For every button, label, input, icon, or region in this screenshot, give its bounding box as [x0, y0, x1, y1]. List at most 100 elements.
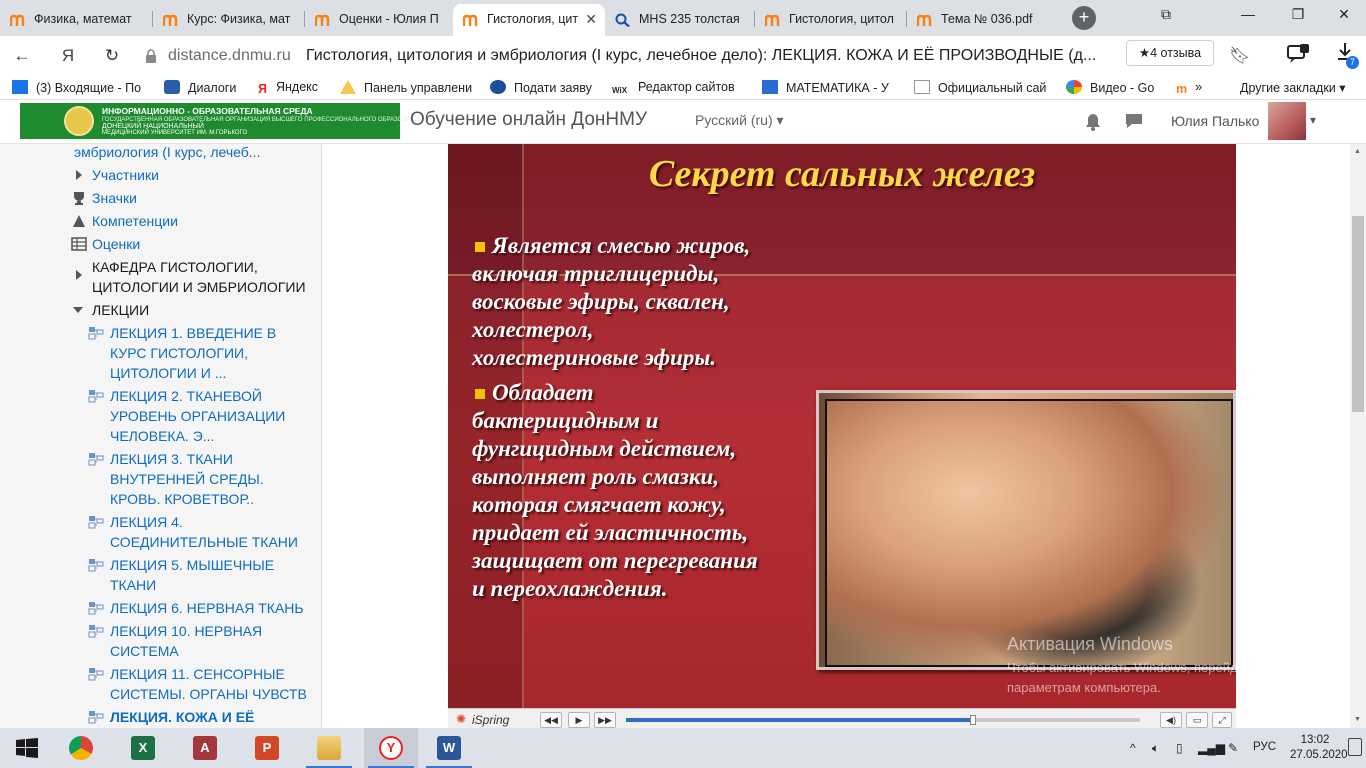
- tab-4-active[interactable]: Гистология, цит ✕: [453, 4, 605, 36]
- downloads-icon[interactable]: 7: [1336, 42, 1359, 69]
- taskbar-explorer[interactable]: [302, 728, 356, 768]
- sidebar-item-lecture-4[interactable]: ЛЕКЦИЯ 4. СОЕДИНИТЕЛЬНЫЕ ТКАНИ: [110, 512, 298, 552]
- bookmark-label: Подати заяву: [514, 81, 592, 95]
- sidebar-item-participants[interactable]: Участники: [92, 165, 159, 185]
- sidebar-item-lecture-6[interactable]: ЛЕКЦИЯ 6. НЕРВНАЯ ТКАНЬ: [110, 598, 304, 618]
- bookmark-item[interactable]: Официальный сай: [914, 80, 1050, 95]
- sidebar-item-lecture-11[interactable]: ЛЕКЦИЯ 11. СЕНСОРНЫЕ СИСТЕМЫ. ОРГАНЫ ЧУВ…: [110, 664, 307, 704]
- volume-icon[interactable]: ◀): [1160, 712, 1182, 728]
- playback-progress-bar[interactable]: [626, 715, 1140, 725]
- sidebar-item-lecture-5[interactable]: ЛЕКЦИЯ 5. МЫШЕЧНЫЕ ТКАНИ: [110, 555, 274, 595]
- notifications-bell-icon[interactable]: [1084, 112, 1102, 135]
- reviews-button[interactable]: ★4 отзыва: [1126, 40, 1214, 66]
- moodle-icon: [765, 14, 780, 26]
- sidebar-item-badges[interactable]: Значки: [92, 188, 137, 208]
- site-logo[interactable]: ИНФОРМАЦИОННО - ОБРАЗОВАТЕЛЬНАЯ СРЕДА ГО…: [20, 103, 423, 139]
- chat-icon[interactable]: [1286, 44, 1310, 66]
- sidebar-item-lecture-10[interactable]: ЛЕКЦИЯ 10. НЕРВНАЯ СИСТЕМА: [110, 621, 262, 661]
- sidebar-item-competencies[interactable]: Компетенции: [92, 211, 178, 231]
- speaker-icon[interactable]: 🔈︎: [1152, 741, 1159, 756]
- play-button[interactable]: ▶: [568, 712, 590, 728]
- expand-arrow-icon[interactable]: [76, 270, 82, 280]
- tab-5[interactable]: MHS 235 толстая: [605, 4, 753, 36]
- minimize-button[interactable]: —: [1236, 6, 1260, 22]
- close-window-button[interactable]: ✕: [1332, 6, 1356, 23]
- clock-time: 13:02: [1300, 734, 1330, 746]
- start-button[interactable]: [0, 728, 54, 768]
- bookmark-item[interactable]: Я Яндекс: [258, 80, 328, 96]
- reload-icon[interactable]: ↻: [100, 46, 124, 66]
- collapse-arrow-icon[interactable]: [73, 307, 83, 313]
- user-name[interactable]: Юлия Палько: [1171, 113, 1259, 129]
- back-icon[interactable]: ←: [10, 46, 34, 66]
- expand-arrow-icon[interactable]: [76, 170, 82, 180]
- taskbar-access[interactable]: A: [178, 728, 232, 768]
- bookmark-item[interactable]: МАТЕМАТИКА - У: [762, 80, 896, 95]
- language-selector[interactable]: Русский (ru) ▾: [695, 112, 784, 129]
- avatar[interactable]: [1268, 102, 1306, 140]
- bookmark-item[interactable]: Видео - Go: [1066, 80, 1162, 95]
- bookmark-item[interactable]: Панель управлени: [340, 80, 472, 95]
- taskbar-excel[interactable]: X: [116, 728, 170, 768]
- sidebar-item-lecture-2[interactable]: ЛЕКЦИЯ 2. ТКАНЕВОЙ УРОВЕНЬ ОРГАНИЗАЦИИ Ч…: [110, 386, 285, 446]
- sidebar-item-grades[interactable]: Оценки: [92, 234, 140, 254]
- next-slide-button[interactable]: ▶▶: [594, 712, 616, 728]
- tab-6[interactable]: Гистология, цитол: [755, 4, 905, 36]
- messages-icon[interactable]: [1124, 112, 1144, 133]
- sidebar-item-lectures[interactable]: ЛЕКЦИИ: [92, 300, 149, 320]
- tab-3[interactable]: Оценки - Юлия П: [305, 4, 453, 36]
- lock-icon[interactable]: [144, 48, 158, 63]
- math-icon: [762, 80, 778, 94]
- previous-slide-button[interactable]: ◀◀: [540, 712, 562, 728]
- bookmark-item[interactable]: Диалоги: [164, 80, 244, 95]
- fullscreen-icon[interactable]: ⤢: [1212, 712, 1232, 728]
- site-name[interactable]: Обучение онлайн ДонНМУ: [410, 109, 647, 131]
- scroll-up-icon[interactable]: ▲: [1354, 148, 1361, 155]
- bookmark-item[interactable]: (3) Входящие - По: [12, 80, 150, 95]
- bookmark-item[interactable]: Подати заяву: [490, 80, 600, 95]
- lecture-line: СОЕДИНИТЕЛЬНЫЕ ТКАНИ: [110, 534, 298, 550]
- new-tab-button[interactable]: +: [1072, 6, 1096, 30]
- bookmark-icon[interactable]: 🔖︎: [1228, 46, 1252, 66]
- bookmark-label: (3) Входящие - По: [36, 81, 142, 95]
- maximize-button[interactable]: ❐: [1286, 6, 1310, 23]
- url-page-title[interactable]: Гистология, цитология и эмбриология (I к…: [306, 47, 1096, 65]
- tab-1[interactable]: Физика, математ: [0, 4, 150, 36]
- battery-icon[interactable]: ▯: [1176, 741, 1183, 755]
- scroll-down-icon[interactable]: ▼: [1354, 716, 1361, 723]
- sidebar-item-lecture-1[interactable]: ЛЕКЦИЯ 1. ВВЕДЕНИЕ В КУРС ГИСТОЛОГИИ, ЦИ…: [110, 323, 276, 383]
- close-icon[interactable]: ✕: [585, 4, 597, 34]
- logo-line-1: ИНФОРМАЦИОННО - ОБРАЗОВАТЕЛЬНАЯ СРЕДА: [102, 106, 313, 116]
- playback-progress-knob[interactable]: [969, 715, 976, 725]
- taskbar-chrome[interactable]: [54, 728, 108, 768]
- other-bookmarks-button[interactable]: Другие закладки ▾: [1240, 80, 1360, 95]
- user-menu-chevron-icon[interactable]: ▾: [1310, 113, 1316, 127]
- tab-2[interactable]: Курс: Физика, мат: [153, 4, 303, 36]
- page-scrollbar[interactable]: ▲ ▼: [1350, 144, 1366, 728]
- bookmark-item[interactable]: WiX Редактор сайтов: [612, 80, 746, 100]
- sidebar-item-department[interactable]: КАФЕДРА ГИСТОЛОГИИ, ЦИТОЛОГИИ И ЭМБРИОЛО…: [92, 257, 306, 297]
- tray-expand-icon[interactable]: ^: [1130, 741, 1136, 755]
- taskbar-yandex-browser[interactable]: Y: [364, 728, 418, 768]
- taskbar-word[interactable]: W: [422, 728, 476, 768]
- more-bookmarks-icon[interactable]: m»: [1176, 80, 1206, 96]
- presentation-icon: [88, 453, 104, 466]
- url-domain[interactable]: distance.dnmu.ru: [168, 47, 291, 65]
- presentation-icon: [88, 668, 104, 681]
- taskbar-clock[interactable]: 13:02 27.05.2020: [1290, 733, 1348, 763]
- tab-overview-icon[interactable]: ⧉: [1154, 6, 1178, 23]
- yandex-y-icon[interactable]: Я: [56, 46, 80, 66]
- input-language[interactable]: РУС: [1253, 741, 1276, 753]
- scrollbar-thumb[interactable]: [1352, 216, 1364, 412]
- notification-center-icon[interactable]: [1348, 738, 1362, 756]
- bookmark-label: Другие закладки: [1240, 81, 1336, 95]
- tab-7[interactable]: Тема № 036.pdf: [907, 4, 1062, 36]
- course-link[interactable]: эмбриология (I курс, лечеб...: [74, 144, 260, 162]
- network-icon[interactable]: ▂▄▆: [1198, 741, 1225, 755]
- pen-icon[interactable]: ✎: [1228, 741, 1238, 755]
- outline-icon[interactable]: ▭: [1186, 712, 1208, 728]
- taskbar-powerpoint[interactable]: P: [240, 728, 294, 768]
- sidebar-item-lecture-3[interactable]: ЛЕКЦИЯ 3. ТКАНИ ВНУТРЕННЕЙ СРЕДЫ. КРОВЬ.…: [110, 449, 264, 509]
- word-icon: W: [437, 736, 461, 760]
- sidebar-item-lecture-skin-current[interactable]: ЛЕКЦИЯ. КОЖА И ЕЁ: [110, 707, 254, 727]
